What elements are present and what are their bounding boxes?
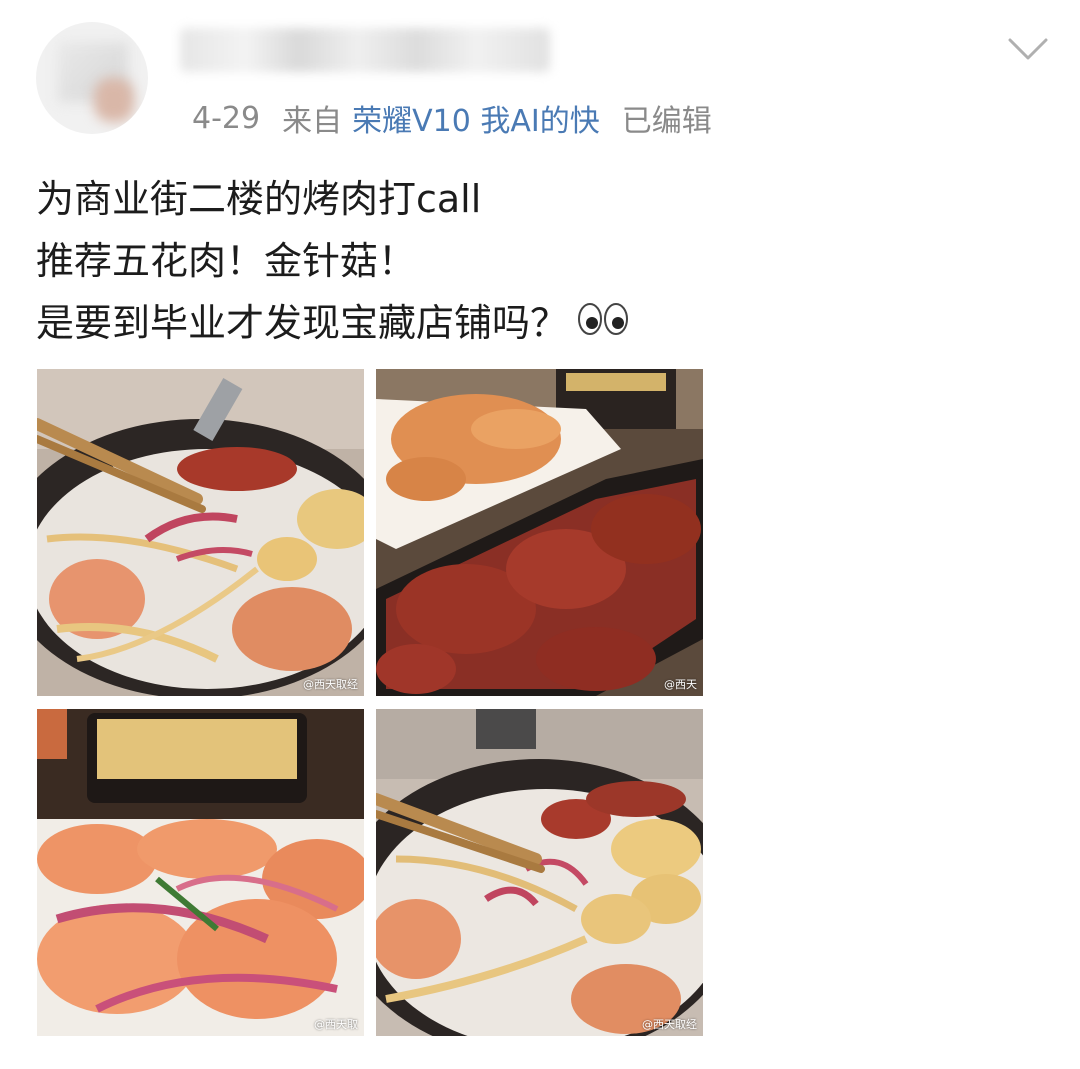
avatar-blur-face: [94, 78, 134, 122]
post-source-label: 来自: [282, 104, 343, 139]
post-date: 4-29: [192, 100, 261, 136]
photo-watermark: @西天取: [314, 1018, 358, 1031]
chevron-down-icon[interactable]: [1004, 34, 1052, 64]
avatar[interactable]: [36, 22, 148, 134]
post-text-line: 为商业街二楼的烤肉打call: [36, 177, 482, 221]
photo-grill-pork-enoki[interactable]: @西天取经: [37, 369, 364, 696]
post-edited-label: 已编辑: [621, 104, 712, 139]
post-text-line: 推荐五花肉！金针菇！: [36, 239, 417, 283]
photo-watermark: @西天: [664, 678, 697, 691]
photo-marinated-beef-platter[interactable]: @西天: [376, 369, 703, 696]
post-meta: 4-29 来自 荣耀V10 我AI的快 已编辑: [192, 96, 712, 140]
photo-watermark: @西天取经: [303, 678, 358, 691]
weibo-post: 4-29 来自 荣耀V10 我AI的快 已编辑 为商业街二楼的烤肉打call 推…: [0, 0, 1080, 1069]
post-text-line-content: 是要到毕业才发现宝藏店铺吗？: [36, 301, 569, 345]
photo-watermark: @西天取经: [642, 1018, 697, 1031]
photo-pork-belly-onion[interactable]: @西天取: [37, 709, 364, 1036]
username-redacted[interactable]: [180, 28, 550, 72]
eyes-emoji-icon: [576, 295, 630, 357]
photo-grill-mixed-enoki[interactable]: @西天取经: [376, 709, 703, 1036]
post-text: 为商业街二楼的烤肉打call 推荐五花肉！金针菇！ 是要到毕业才发现宝藏店铺吗？: [36, 168, 1036, 357]
post-text-line: 是要到毕业才发现宝藏店铺吗？: [36, 292, 1036, 357]
post-device-link[interactable]: 荣耀V10 我AI的快: [352, 96, 600, 140]
